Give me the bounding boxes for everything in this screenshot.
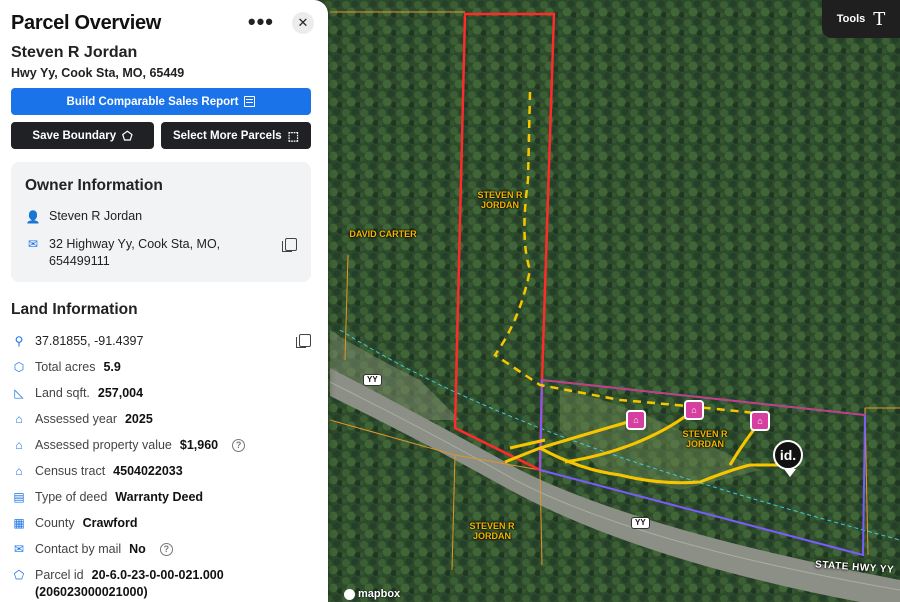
- tools-button[interactable]: Tools T: [822, 0, 900, 38]
- land-sqft-row: ◺ Land sqft. 257,004: [11, 385, 143, 401]
- road-sign-yy-1: YY: [363, 374, 382, 386]
- deed-type-label: Type of deed: [35, 490, 108, 504]
- county-map-icon: ▦: [13, 516, 25, 530]
- parcel-id-row: ⬠ Parcel id 20-6.0-23-0-00-021.000: [11, 567, 224, 583]
- select-add-icon: ⬚: [287, 128, 299, 143]
- contact-mail-value: No: [129, 542, 146, 556]
- parcel-id-alt-value: (206023000021000): [35, 585, 148, 599]
- map-label-steven-top: STEVEN R JORDAN: [477, 190, 523, 210]
- total-acres-row: ⬡ Total acres 5.9: [11, 359, 121, 375]
- ruler-icon: ◺: [14, 386, 24, 400]
- home-dollar-icon: ⌂: [15, 438, 23, 452]
- parcel-shape-icon: ⬠: [13, 568, 25, 582]
- structure-marker-icon[interactable]: ⌂: [750, 411, 770, 431]
- owner-address-row: ✉ 32 Highway Yy, Cook Sta, MO, 654499111: [25, 236, 220, 270]
- help-icon[interactable]: ?: [232, 438, 246, 452]
- build-report-label: Build Comparable Sales Report: [66, 95, 239, 108]
- parcel-id-value: 20-6.0-23-0-00-021.000: [91, 568, 224, 582]
- county-value: Crawford: [82, 516, 138, 530]
- owner-name-row: 👤 Steven R Jordan: [25, 209, 143, 225]
- map-label-david-carter: DAVID CARTER: [349, 229, 417, 239]
- deed-type-row: ▤ Type of deed Warranty Deed: [11, 489, 203, 505]
- structure-marker-icon[interactable]: ⌂: [626, 410, 646, 430]
- assessed-year-label: Assessed year: [35, 412, 117, 426]
- mail-icon: ✉: [27, 237, 39, 251]
- road-sign-yy-2: YY: [631, 517, 650, 529]
- save-boundary-button[interactable]: Save Boundary ⬠: [11, 122, 154, 149]
- select-more-parcels-button[interactable]: Select More Parcels ⬚: [161, 122, 311, 149]
- owner-info-name: Steven R Jordan: [49, 209, 143, 223]
- parcel-overview-panel: Parcel Overview ••• ✕ Steven R Jordan Hw…: [0, 0, 328, 602]
- county-row: ▦ County Crawford: [11, 515, 137, 531]
- contact-mail-label: Contact by mail: [35, 542, 122, 556]
- select-more-label: Select More Parcels: [172, 129, 282, 142]
- owner-information-card: Owner Information 👤 Steven R Jordan ✉ 32…: [11, 162, 311, 282]
- build-comparable-sales-report-button[interactable]: Build Comparable Sales Report: [11, 88, 311, 115]
- owner-address-line2: 654499111: [49, 254, 110, 268]
- mapbox-attribution-text: mapbox: [358, 588, 401, 600]
- coordinates-row: ⚲ 37.81855, -91.4397: [11, 333, 144, 349]
- assessed-year-value: 2025: [124, 412, 153, 426]
- census-tract-value: 4504022033: [113, 464, 183, 478]
- assessed-value-row: ⌂ Assessed property value $1,960 ?: [11, 437, 246, 453]
- boundary-icon: ⬠: [122, 128, 133, 143]
- coordinates-value: 37.81855, -91.4397: [35, 334, 144, 348]
- census-tract-row: ⌂ Census tract 4504022033: [11, 463, 183, 479]
- contact-mail-row: ✉ Contact by mail No ?: [11, 541, 173, 557]
- structure-marker-icon[interactable]: ⌂: [684, 400, 704, 420]
- help-icon[interactable]: ?: [159, 542, 173, 556]
- land-information-title: Land Information: [11, 301, 138, 318]
- assessed-value-label: Assessed property value: [35, 438, 172, 452]
- county-label: County: [35, 516, 75, 530]
- assessed-year-row: ⌂ Assessed year 2025: [11, 411, 153, 427]
- map-label-steven-mid: STEVEN R JORDAN: [682, 429, 728, 449]
- assessed-value-value: $1,960: [179, 438, 219, 452]
- map-label-steven-bottom: STEVEN R JORDAN: [469, 521, 515, 541]
- person-icon: 👤: [25, 210, 41, 224]
- land-sqft-value: 257,004: [97, 386, 144, 400]
- parcel-location-pin-icon[interactable]: id.: [773, 440, 803, 477]
- home-search-icon: ⌂: [15, 412, 23, 426]
- census-tract-label: Census tract: [35, 464, 106, 478]
- census-home-icon: ⌂: [15, 464, 23, 478]
- report-icon: [244, 96, 256, 107]
- mapbox-logo-icon: [344, 588, 355, 600]
- location-pin-icon: ⚲: [14, 334, 24, 348]
- owner-address-heading: Hwy Yy, Cook Sta, MO, 65449: [11, 66, 185, 80]
- parcel-id-label: Parcel id: [35, 568, 84, 582]
- owner-name-heading: Steven R Jordan: [11, 44, 138, 61]
- deed-type-value: Warranty Deed: [115, 490, 204, 504]
- text-tool-icon: T: [873, 8, 886, 30]
- close-icon[interactable]: ✕: [292, 12, 314, 34]
- total-acres-value: 5.9: [103, 360, 121, 374]
- panel-header: Parcel Overview ••• ✕: [11, 11, 318, 36]
- save-boundary-label: Save Boundary: [32, 129, 117, 142]
- copy-coordinates-icon[interactable]: [296, 334, 311, 348]
- parcel-id-alt-row: (206023000021000): [35, 585, 148, 599]
- copy-address-icon[interactable]: [282, 238, 297, 252]
- land-sqft-label: Land sqft.: [35, 386, 90, 400]
- mail-icon: ✉: [13, 542, 25, 556]
- tools-label: Tools: [836, 13, 866, 25]
- more-options-icon[interactable]: •••: [248, 11, 274, 33]
- total-acres-label: Total acres: [35, 360, 96, 374]
- area-polygon-icon: ⬡: [13, 360, 25, 374]
- document-icon: ▤: [13, 490, 25, 504]
- owner-information-title: Owner Information: [25, 177, 163, 194]
- owner-address-line1: 32 Highway Yy, Cook Sta, MO,: [49, 237, 221, 251]
- owner-info-address: 32 Highway Yy, Cook Sta, MO, 654499111: [49, 236, 220, 270]
- mapbox-attribution[interactable]: mapbox: [344, 588, 400, 600]
